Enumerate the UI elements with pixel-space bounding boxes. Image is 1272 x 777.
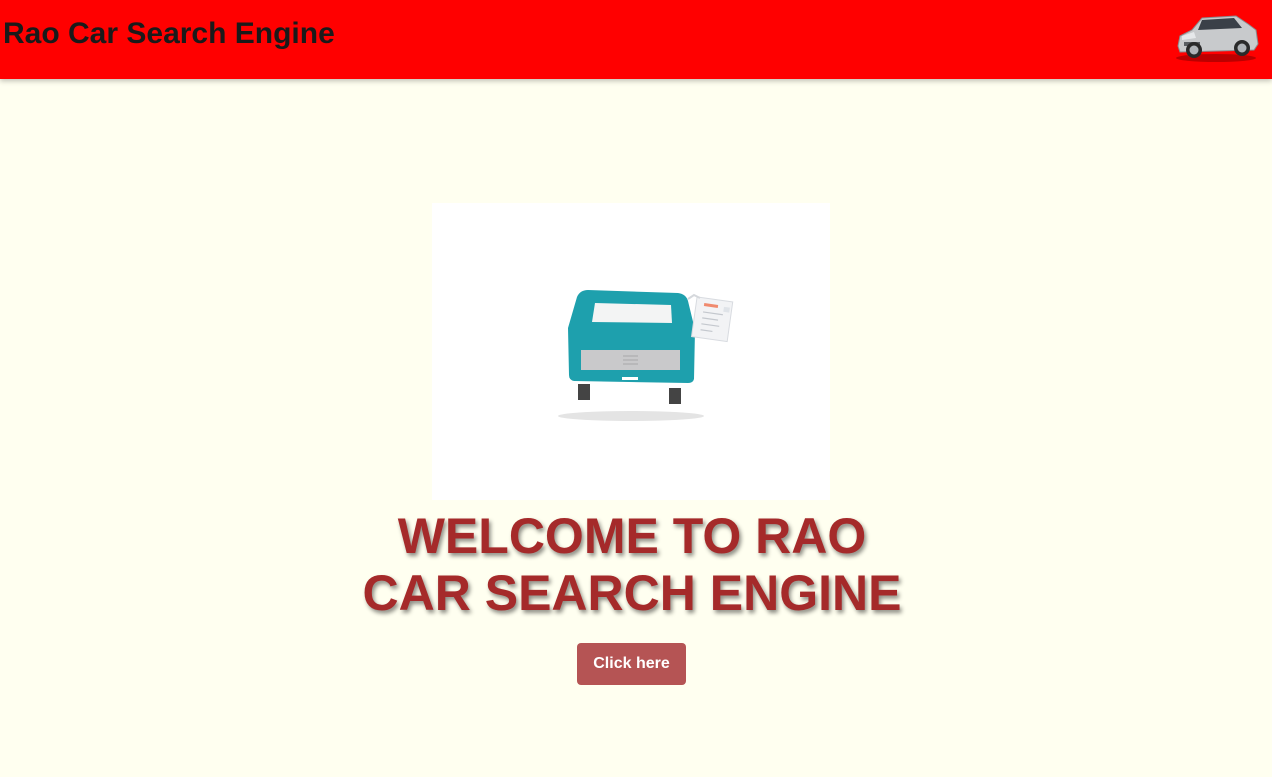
top-header: Rao Car Search Engine: [0, 0, 1272, 79]
teal-pickup-truck-illustration: [558, 290, 734, 421]
welcome-line-1: WELCOME TO RAO: [397, 508, 867, 564]
welcome-line-2: CAR SEARCH ENGINE: [362, 565, 902, 621]
click-here-button[interactable]: Click here: [577, 643, 686, 685]
hero-illustration: [432, 203, 830, 500]
suv-car-icon: [1176, 15, 1259, 62]
site-title: Rao Car Search Engine: [3, 17, 335, 50]
welcome-headline: WELCOME TO RAO CAR SEARCH ENGINE: [300, 508, 964, 622]
